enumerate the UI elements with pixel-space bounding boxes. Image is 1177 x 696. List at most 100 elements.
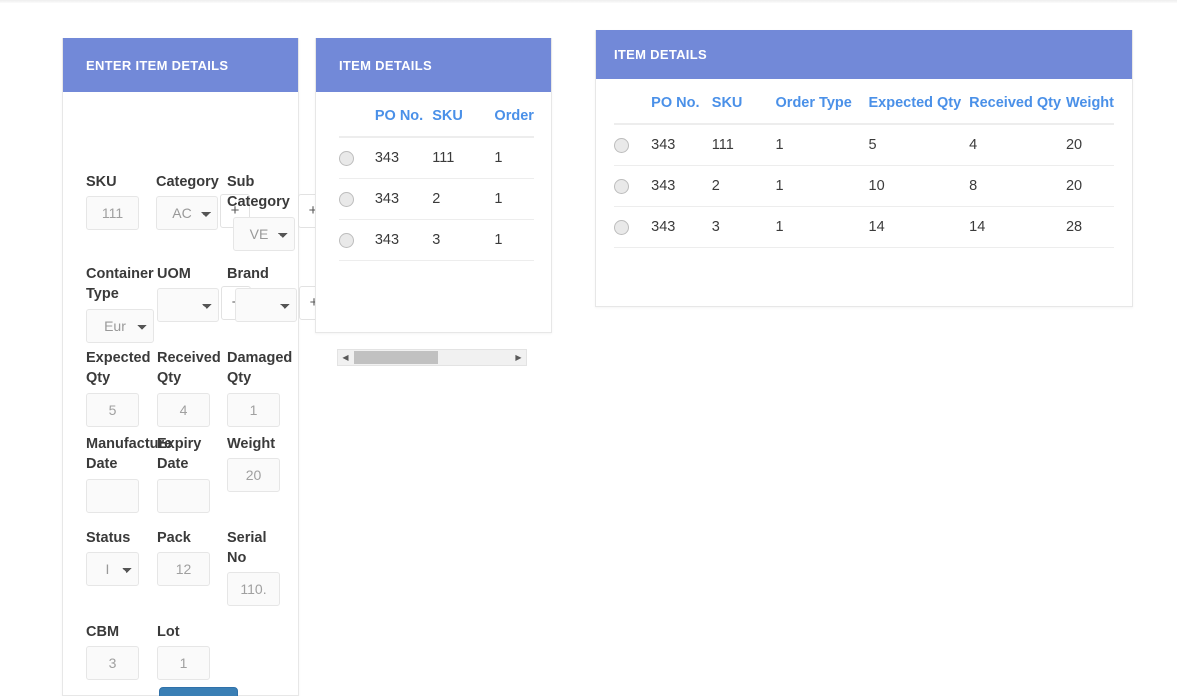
serial-no-input[interactable] [227,572,280,606]
cell-sku: 3 [432,219,495,261]
cell-sku: 111 [432,137,495,179]
cell-po-no: 343 [651,124,712,166]
row-select-cell[interactable] [339,219,375,261]
cell-expected-qty: 10 [868,165,970,207]
serial-no-label: Serial No [227,530,267,566]
table-row[interactable]: 343 3 1 14 [339,219,534,261]
expected-qty-input[interactable] [86,393,139,427]
row-radio[interactable] [614,219,629,235]
cell-weight: 20 [1065,124,1114,166]
item-details-scroll-tbody: 343 111 1 5 343 2 1 10 [339,137,534,261]
manufacture-date-label: Manufacture Date [86,436,173,472]
cell-weight: 20 [1065,165,1114,207]
cell-expected-qty: 14 [868,206,970,248]
category-label: Category [156,174,219,190]
page-root: ENTER ITEM DETAILS SKU Category AC + Sub… [0,0,1177,696]
cell-sku: 111 [711,124,776,166]
expiry-date-input[interactable] [157,479,210,513]
cell-po-no: 343 [374,178,433,220]
cell-po-no: 343 [651,165,712,207]
cell-po-no: 343 [374,137,433,179]
row-radio[interactable] [339,150,354,166]
enter-item-details-header: ENTER ITEM DETAILS [63,38,298,92]
table-header-row: PO No. SKU Order Type Expected Qty Recei… [614,93,1114,125]
col-order-type: Order Type [494,106,534,138]
horizontal-scrollbar[interactable]: ◀ ▶ [337,349,527,366]
cell-order-type: 1 [494,178,534,220]
lot-input[interactable] [157,646,210,680]
category-select[interactable]: AC [156,196,218,230]
cell-sku: 3 [711,206,776,248]
item-details-header: ITEM DETAILS [596,30,1132,79]
uom-label: UOM [157,266,191,282]
cell-expected-qty: 5 [868,124,970,166]
status-label: Status [86,530,131,546]
status-select[interactable]: I [86,552,139,586]
row-select-cell[interactable] [614,124,652,166]
damaged-qty-input[interactable] [227,393,280,427]
scroll-right-arrow-icon[interactable]: ▶ [511,350,526,365]
container-type-label: Container Type [86,266,154,302]
brand-select[interactable] [235,288,297,322]
row-select-cell[interactable] [339,137,375,179]
col-expected-qty: Expected Qty [868,93,970,125]
cell-order-type: 1 [775,165,869,207]
row-radio[interactable] [614,137,629,153]
item-details-panel: ITEM DETAILS PO No. SKU Order Type Expec… [595,30,1133,307]
expected-qty-label: Expected Qty [86,350,151,386]
update-button[interactable]: Update [159,687,238,696]
row-radio[interactable] [339,191,354,207]
enter-item-details-panel: ENTER ITEM DETAILS SKU Category AC + Sub… [62,38,329,696]
cell-received-qty: 4 [969,124,1066,166]
table-row[interactable]: 343 111 1 5 [339,137,534,179]
sku-input[interactable] [86,196,139,230]
cbm-label: CBM [86,624,120,640]
item-details-scroll-panel: ITEM DETAILS PO No. SKU Order Type Expec… [315,38,552,366]
sku-label: SKU [86,174,117,190]
manufacture-date-input[interactable] [86,479,139,513]
cell-order-type: 1 [494,219,534,261]
item-details-scroll-viewport: PO No. SKU Order Type Expected Qty 343 1… [339,106,534,326]
container-type-select[interactable]: Eur [86,309,154,343]
cell-received-qty: 8 [969,165,1066,207]
cell-order-type: 1 [775,206,869,248]
table-row[interactable]: 343 2 1 10 [339,178,534,220]
row-radio[interactable] [614,178,629,194]
uom-select[interactable] [157,288,219,322]
cell-po-no: 343 [651,206,712,248]
item-details-title: ITEM DETAILS [614,47,707,62]
row-radio[interactable] [339,232,354,248]
pack-input[interactable] [157,552,210,586]
cbm-input[interactable] [86,646,139,680]
col-select [614,93,652,125]
col-weight: Weight [1065,93,1114,125]
cell-sku: 2 [711,165,776,207]
table-header-row: PO No. SKU Order Type Expected Qty [339,106,534,138]
cell-sku: 2 [432,178,495,220]
row-select-cell[interactable] [614,165,652,207]
item-details-tbody: 343 111 1 5 4 20 343 2 1 10 8 20 343 3 1… [614,124,1114,248]
damaged-qty-label: Damaged Qty [227,350,293,386]
sub-category-select[interactable]: VE [233,217,295,251]
enter-item-details-title: ENTER ITEM DETAILS [86,57,229,73]
scroll-left-arrow-icon[interactable]: ◀ [338,350,353,365]
weight-input[interactable] [227,458,280,492]
row-select-cell[interactable] [614,206,652,248]
received-qty-label: Received Qty [157,350,221,386]
sub-category-label: Sub Category [227,174,290,210]
col-order-type: Order Type [775,93,869,125]
table-row[interactable]: 343 3 1 14 14 28 [614,206,1114,248]
received-qty-input[interactable] [157,393,210,427]
item-details-body: PO No. SKU Order Type Expected Qty Recei… [596,79,1132,248]
item-details-scroll-table: PO No. SKU Order Type Expected Qty 343 1… [339,106,534,261]
table-row[interactable]: 343 2 1 10 8 20 [614,165,1114,207]
cell-received-qty: 14 [969,206,1066,248]
row-select-cell[interactable] [339,178,375,220]
table-row[interactable]: 343 111 1 5 4 20 [614,124,1114,166]
pack-label: Pack [157,530,191,546]
cell-po-no: 343 [374,219,433,261]
col-po-no: PO No. [651,93,712,125]
col-select [339,106,375,138]
scrollbar-thumb[interactable] [354,351,438,364]
cell-weight: 28 [1065,206,1114,248]
